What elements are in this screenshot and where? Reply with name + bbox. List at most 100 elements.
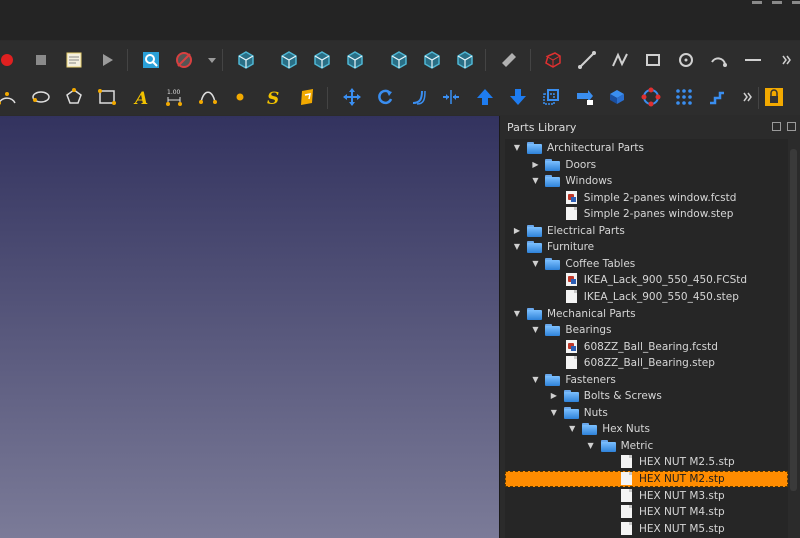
expanded-arrow-icon[interactable]: ▼ — [530, 173, 540, 189]
close-panel-icon[interactable] — [787, 122, 796, 131]
expanded-arrow-icon[interactable]: ▼ — [586, 438, 596, 454]
isometric-view-icon[interactable] — [234, 48, 258, 72]
tree-file-item[interactable]: HEX NUT M3.stp — [505, 488, 788, 504]
stop-macro-icon[interactable] — [29, 48, 53, 72]
tree-folder-item[interactable]: ▼ Windows — [505, 173, 788, 189]
working-plane-icon[interactable] — [705, 85, 729, 109]
expanded-arrow-icon[interactable]: ▼ — [512, 306, 522, 322]
3d-viewport[interactable] — [0, 116, 499, 538]
top-view-icon[interactable] — [310, 48, 334, 72]
record-macro-icon[interactable] — [0, 48, 19, 72]
move-icon[interactable] — [340, 85, 364, 109]
tree-folder-item[interactable]: ▼ Coffee Tables — [505, 256, 788, 272]
dimension-icon[interactable]: 1.00 — [162, 85, 186, 109]
bspline-icon[interactable] — [196, 85, 220, 109]
close-icon[interactable] — [792, 1, 800, 4]
point-icon[interactable] — [228, 85, 252, 109]
text-icon[interactable]: A — [129, 85, 153, 109]
tree-file-item[interactable]: HEX NUT M2.5.stp — [505, 454, 788, 470]
expanded-arrow-icon[interactable]: ▼ — [512, 239, 522, 255]
arc-icon[interactable] — [707, 48, 731, 72]
minimize-icon[interactable] — [752, 1, 762, 4]
scale-icon[interactable] — [539, 85, 563, 109]
collapsed-arrow-icon[interactable]: ▶ — [530, 157, 540, 173]
tree-folder-item[interactable]: ▼ Fasteners — [505, 372, 788, 388]
tree-folder-item[interactable]: ▼ Hex Nuts — [505, 421, 788, 437]
tree-folder-item[interactable]: ▼ Architectural Parts — [505, 140, 788, 156]
tree-folder-item[interactable]: ▼ Nuts — [505, 405, 788, 421]
left-view-icon[interactable] — [453, 48, 477, 72]
tree-item-label: Architectural Parts — [547, 142, 644, 154]
tree-file-item[interactable]: 608ZZ_Ball_Bearing.fcstd — [505, 339, 788, 355]
tree-folder-item[interactable]: ▶ Doors — [505, 157, 788, 173]
tree-item-label: Coffee Tables — [565, 257, 636, 270]
circle-icon[interactable] — [674, 48, 698, 72]
expanded-arrow-icon[interactable]: ▼ — [567, 421, 577, 437]
rectangle-icon[interactable] — [641, 48, 665, 72]
tree-folder-item[interactable]: ▼ Metric — [505, 438, 788, 454]
tree-file-item[interactable]: HEX NUT M5.stp — [505, 521, 788, 537]
shape-2d-view-icon[interactable] — [605, 85, 629, 109]
polygon-icon[interactable] — [62, 85, 86, 109]
tree-file-item[interactable]: 608ZZ_Ball_Bearing.step — [505, 355, 788, 371]
folder-icon — [527, 307, 542, 321]
macro-editor-icon[interactable] — [62, 48, 86, 72]
lock-icon[interactable] — [762, 85, 786, 109]
arc-tool-icon[interactable] — [0, 85, 19, 109]
expanded-arrow-icon[interactable]: ▼ — [549, 405, 559, 421]
tree-file-item[interactable]: HEX NUT M4.stp — [505, 504, 788, 520]
measure-icon[interactable] — [497, 48, 521, 72]
point-array-icon[interactable] — [672, 85, 696, 109]
tree-file-item[interactable]: Simple 2-panes window.fcstd — [505, 190, 788, 206]
tree-file-item[interactable]: Simple 2-panes window.step — [505, 206, 788, 222]
trimex-icon[interactable] — [439, 85, 463, 109]
line-icon[interactable] — [575, 48, 599, 72]
toolbar-extension-icon[interactable] — [775, 48, 799, 72]
tree-folder-item[interactable]: ▶ Bolts & Screws — [505, 388, 788, 404]
bottom-view-icon[interactable] — [420, 48, 444, 72]
tree-file-item[interactable]: IKEA_Lack_900_550_450.FCStd — [505, 272, 788, 288]
expanded-arrow-icon[interactable]: ▼ — [530, 372, 540, 388]
execute-macro-icon[interactable] — [95, 48, 119, 72]
tree-file-item[interactable]: HEX NUT M2.stp — [505, 471, 788, 487]
wire-cube-icon[interactable] — [541, 48, 565, 72]
parts-tree[interactable]: ▼ Architectural Parts ▶ Doors ▼ Windows Simple… — [505, 139, 788, 538]
rotate-icon[interactable] — [373, 85, 397, 109]
tree-folder-item[interactable]: ▼ Furniture — [505, 239, 788, 255]
tree-file-item[interactable]: IKEA_Lack_900_550_450.step — [505, 289, 788, 305]
draft-to-sketch-icon[interactable] — [573, 85, 597, 109]
tree-folder-item[interactable]: ▼ Bearings — [505, 322, 788, 338]
shape-string-icon[interactable]: S — [261, 85, 285, 109]
tree-item-label: 608ZZ_Ball_Bearing.step — [583, 357, 715, 370]
array-icon[interactable] — [639, 85, 663, 109]
tree-scrollbar[interactable] — [790, 149, 797, 491]
toolbar-top — [0, 41, 800, 79]
offset-icon[interactable] — [406, 85, 430, 109]
expanded-arrow-icon[interactable]: ▼ — [530, 322, 540, 338]
tree-folder-item[interactable]: ▼ Mechanical Parts — [505, 306, 788, 322]
collapsed-arrow-icon[interactable]: ▶ — [512, 223, 522, 239]
dimension-line-icon[interactable] — [741, 48, 765, 72]
rear-view-icon[interactable] — [387, 48, 411, 72]
file-icon — [564, 356, 579, 370]
polyline-icon[interactable] — [608, 48, 632, 72]
facebinder-icon[interactable] — [295, 85, 319, 109]
zoom-icon[interactable] — [139, 48, 163, 72]
rectangle-tool-icon[interactable] — [95, 85, 119, 109]
float-panel-icon[interactable] — [772, 122, 781, 131]
maximize-icon[interactable] — [772, 1, 782, 4]
right-view-icon[interactable] — [343, 48, 367, 72]
draw-style-icon[interactable] — [172, 48, 196, 72]
tree-item-label: Metric — [620, 439, 654, 452]
dropdown-arrow-icon[interactable] — [200, 48, 224, 72]
collapsed-arrow-icon[interactable]: ▶ — [549, 388, 559, 404]
window-controls — [752, 0, 800, 4]
tree-folder-item[interactable]: ▶ Electrical Parts — [505, 223, 788, 239]
toolbar-extension-icon[interactable] — [736, 85, 760, 109]
upgrade-icon[interactable] — [473, 85, 497, 109]
front-view-icon[interactable] — [277, 48, 301, 72]
expanded-arrow-icon[interactable]: ▼ — [530, 256, 540, 272]
downgrade-icon[interactable] — [506, 85, 530, 109]
ellipse-icon[interactable] — [29, 85, 53, 109]
expanded-arrow-icon[interactable]: ▼ — [512, 140, 522, 156]
